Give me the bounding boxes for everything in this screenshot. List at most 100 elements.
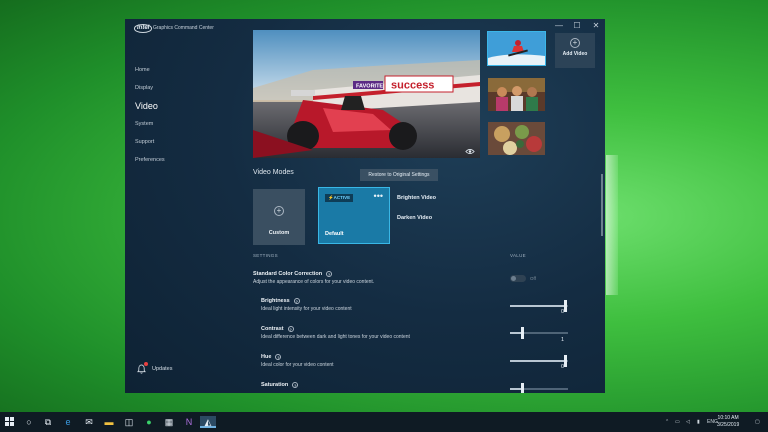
desktop-wallpaper-glow <box>606 155 618 295</box>
info-icon[interactable]: ? <box>275 354 282 360</box>
mode-card-custom[interactable]: + Custom <box>253 189 305 245</box>
eye-icon[interactable] <box>465 148 475 155</box>
setting-title: Contrast <box>261 326 284 332</box>
updates-button[interactable]: Updates <box>137 362 173 374</box>
tray-overflow-icon[interactable]: ⌃ <box>665 419 669 425</box>
toggle-knob <box>511 276 516 281</box>
snowboard-thumbnail-image <box>488 32 545 65</box>
clock-date: 3/25/2019 <box>717 422 740 428</box>
setting-description: Ideal difference between dark and light … <box>261 334 410 340</box>
intel-logo: intel <box>134 24 153 33</box>
battery-icon[interactable]: ▮ <box>697 419 700 425</box>
setting-description: Ideal light intensity for your video con… <box>261 306 352 312</box>
video-thumbnail-snowboard[interactable] <box>487 31 546 66</box>
spotify-icon[interactable]: ● <box>143 416 155 428</box>
more-options-icon[interactable]: ••• <box>374 191 383 201</box>
setting-title: Saturation <box>261 382 289 388</box>
slider-handle[interactable] <box>521 383 525 393</box>
sidebar-item-home[interactable]: Home <box>135 65 165 83</box>
app-window: intel Graphics Command Center — ☐ ✕ Home… <box>125 19 605 393</box>
mode-card-label: Custom <box>268 230 290 236</box>
setting-title-row: Brightness ? <box>261 298 352 304</box>
add-video-button[interactable]: + Add Video <box>555 33 595 68</box>
contrast-value: 1 <box>561 337 565 343</box>
setting-title-row: Standard Color Correction ? <box>253 271 374 277</box>
sidebar-item-system[interactable]: System <box>135 119 165 137</box>
mail-icon[interactable]: ✉ <box>83 416 95 428</box>
saturation-slider[interactable] <box>510 383 568 393</box>
notification-dot <box>144 362 148 366</box>
minimize-button[interactable]: — <box>552 21 566 30</box>
sidebar-item-display[interactable]: Display <box>135 83 165 101</box>
slider-fill <box>510 360 566 362</box>
setting-title-row: Saturation ? <box>261 382 299 388</box>
notifications-icon[interactable]: ▢ <box>755 419 760 425</box>
brightness-slider[interactable] <box>510 300 568 312</box>
contrast-slider[interactable] <box>510 327 568 339</box>
calculator-icon[interactable]: ▦ <box>163 416 175 428</box>
setting-saturation: Saturation ? <box>261 382 299 388</box>
taskbar: ○ ⧉ e ✉ ▬ ◫ ● ▦ N ◭ ⌃ ▭ ◁ ▮ ENG 10:10 AM… <box>0 412 768 432</box>
edge-browser-icon[interactable]: e <box>62 416 74 428</box>
add-icon: + <box>570 38 580 48</box>
people-thumbnail-image <box>488 78 545 111</box>
network-icon[interactable]: ▭ <box>675 419 680 425</box>
app-title: Graphics Command Center <box>153 25 214 31</box>
clock-time: 10:10 AM <box>717 415 739 421</box>
mode-option-darken-video[interactable]: Darken Video <box>397 215 432 221</box>
video-modes-title: Video Modes <box>253 169 294 176</box>
food-thumbnail-image <box>488 122 545 155</box>
maximize-button[interactable]: ☐ <box>570 21 584 30</box>
mode-card-label: Default <box>325 231 344 237</box>
setting-title: Standard Color Correction <box>253 271 323 277</box>
info-icon[interactable]: ? <box>287 326 294 332</box>
volume-icon[interactable]: ◁ <box>686 419 690 425</box>
setting-description: Ideal color for your video content <box>261 362 334 368</box>
mode-option-brighten-video[interactable]: Brighten Video <box>397 195 436 201</box>
setting-title-row: Contrast ? <box>261 326 410 332</box>
video-preview: FAVORITE success <box>253 30 480 158</box>
slider-fill <box>510 305 566 307</box>
sidebar-item-preferences[interactable]: Preferences <box>135 155 165 173</box>
windows-start-icon[interactable] <box>3 416 15 428</box>
video-thumbnail-food[interactable] <box>487 121 546 156</box>
info-icon[interactable]: ? <box>292 382 299 388</box>
hue-value: 0 <box>561 364 565 370</box>
close-button[interactable]: ✕ <box>589 21 603 30</box>
bell-icon <box>137 362 148 374</box>
add-video-label: Add Video <box>562 51 588 57</box>
task-view-icon[interactable]: ⧉ <box>42 416 54 428</box>
sign-text: FAVORITE <box>356 84 383 90</box>
info-icon[interactable]: ? <box>326 271 333 277</box>
file-explorer-icon[interactable]: ▬ <box>103 416 115 428</box>
scrollbar[interactable] <box>601 174 603 236</box>
active-badge: ⚡ACTIVE <box>325 194 354 202</box>
setting-title-row: Hue ? <box>261 354 334 360</box>
standard-color-correction-toggle[interactable] <box>510 275 526 282</box>
race-car-image: FAVORITE success <box>253 30 480 158</box>
mode-card-default[interactable]: ⚡ACTIVE ••• Default <box>318 187 390 244</box>
slider-handle[interactable] <box>521 327 525 339</box>
toggle-state-label: Off <box>530 276 536 281</box>
intel-graphics-taskbar-icon[interactable]: ◭ <box>200 416 216 428</box>
value-column-header: VALUE <box>510 253 526 258</box>
store-icon[interactable]: ◫ <box>123 416 135 428</box>
video-thumbnail-people[interactable] <box>487 77 546 112</box>
banner-text: success <box>391 80 434 92</box>
setting-title: Brightness <box>261 298 290 304</box>
system-clock[interactable]: 10:10 AM 3/25/2019 <box>717 415 739 429</box>
setting-contrast: Contrast ? Ideal difference between dark… <box>261 326 410 340</box>
setting-description: Adjust the appearance of colors for your… <box>253 279 375 285</box>
brightness-value: 0 <box>561 309 565 315</box>
sidebar-nav: Home Display Video System Support Prefer… <box>135 65 165 173</box>
setting-hue: Hue ? Ideal color for your video content <box>261 354 334 368</box>
sidebar-item-support[interactable]: Support <box>135 137 165 155</box>
sidebar-item-video[interactable]: Video <box>135 101 165 119</box>
setting-title: Hue <box>261 354 272 360</box>
search-icon[interactable]: ○ <box>23 416 35 428</box>
restore-original-settings-button[interactable]: Restore to Original Settings <box>360 169 438 181</box>
settings-column-header: SETTINGS <box>253 253 278 258</box>
onenote-icon[interactable]: N <box>183 416 195 428</box>
info-icon[interactable]: ? <box>293 298 300 304</box>
hue-slider[interactable] <box>510 355 568 367</box>
